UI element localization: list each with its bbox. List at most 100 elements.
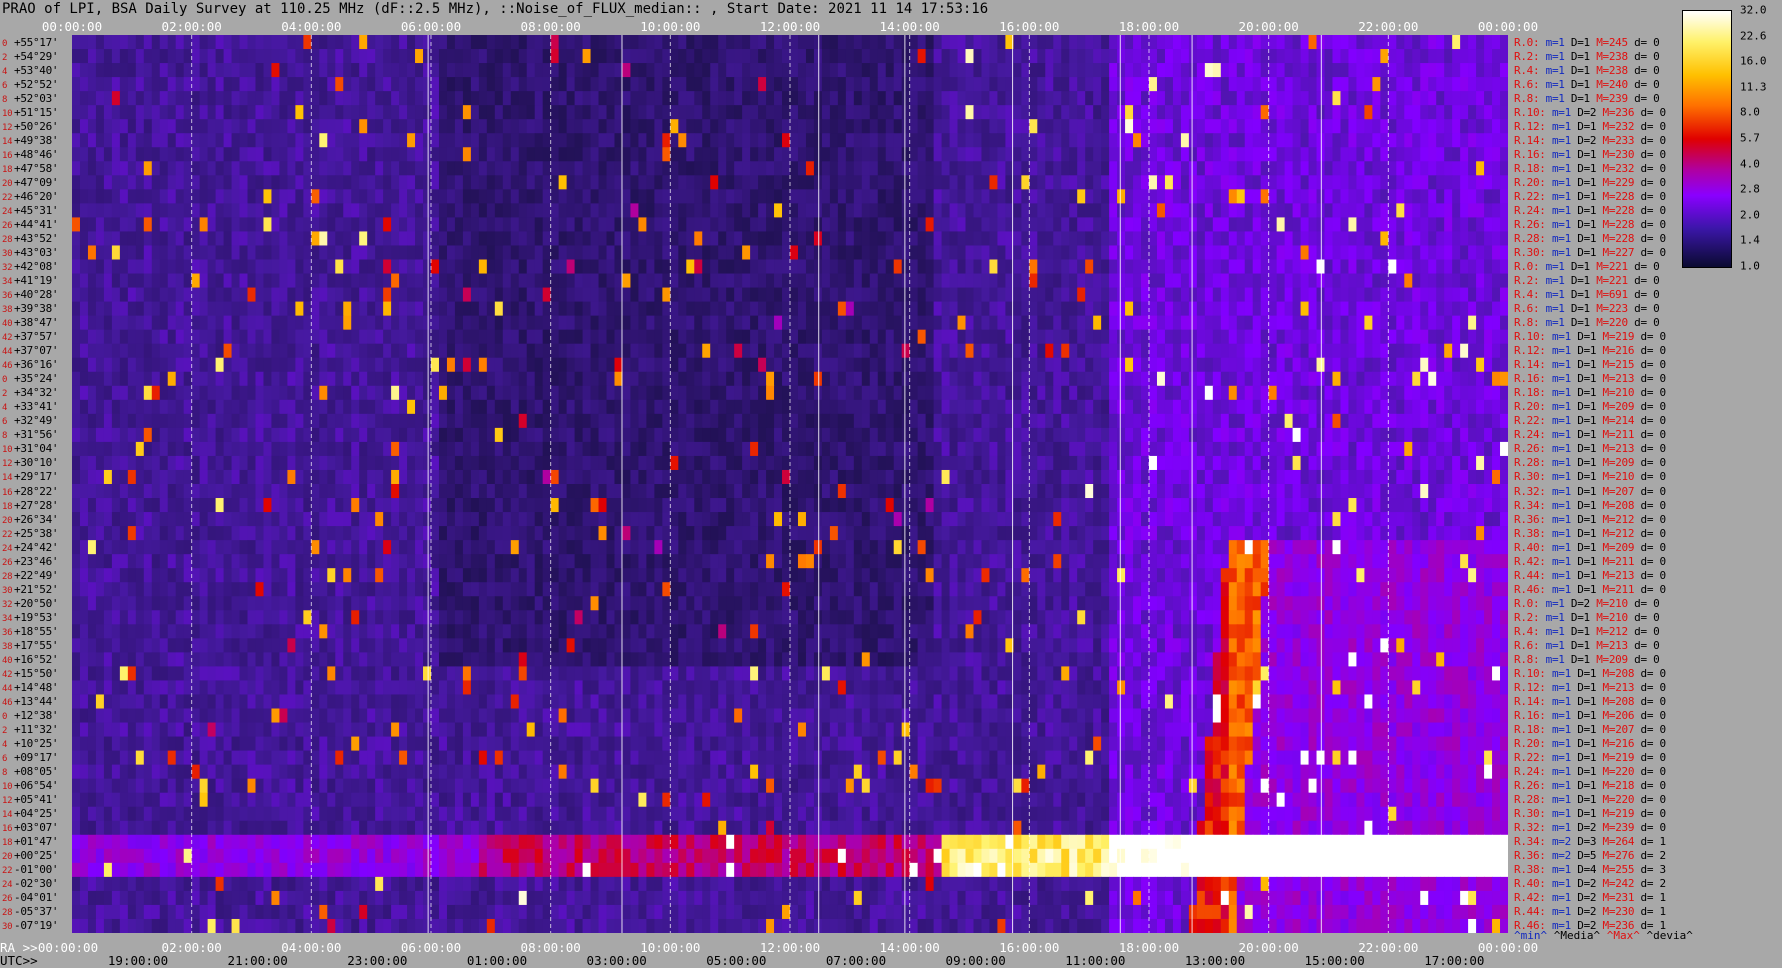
declination-value: +18°55': [14, 624, 59, 638]
row-number: 42: [2, 669, 13, 680]
declination-value: +41°19': [14, 274, 59, 288]
declination-value: +32°49': [14, 414, 59, 428]
row-number: 20: [2, 178, 13, 189]
row-stat: R.20: m=1 D=1 M=229 d= 0: [1514, 175, 1666, 189]
declination-label: 22 -01°00': [2, 864, 59, 877]
declination-label: 2 +34°32': [2, 387, 59, 400]
declination-label: 30 +21°52': [2, 584, 59, 597]
declination-label: 34 +41°19': [2, 274, 59, 288]
top-tick-label: 20:00:00: [1238, 19, 1299, 34]
row-number: 0: [2, 375, 8, 386]
utc-tick-label: 15:00:00: [1304, 953, 1365, 968]
utc-tick-label: 07:00:00: [825, 953, 887, 968]
declination-value: +15°50': [14, 666, 59, 680]
declination-label: 2 +54°29': [2, 51, 59, 64]
row-stat: R.4: m=1 D=1 M=691 d= 0: [1514, 288, 1660, 302]
row-stat: R.8: m=1 D=1 M=239 d= 0: [1514, 91, 1660, 105]
top-tick-label: 00:00:00: [41, 19, 103, 34]
row-number: 18: [2, 501, 13, 512]
utc-axis-prefix: UTC>>: [0, 953, 38, 968]
row-stat: R.34: m=2 D=3 M=264 d= 1: [1514, 835, 1666, 849]
row-number: 8: [2, 431, 8, 442]
row-number: 8: [2, 94, 8, 105]
declination-value: +28°22': [14, 484, 59, 498]
declination-value: +40°28': [14, 288, 59, 302]
row-number: 4: [2, 740, 8, 751]
utc-tick-label: 01:00:00: [466, 953, 528, 968]
row-stat: R.38: m=1 D=1 M=212 d= 0: [1514, 526, 1666, 540]
row-stat: R.26: m=1 D=1 M=218 d= 0: [1514, 779, 1666, 793]
declination-value: +45°31': [14, 203, 59, 217]
ra-tick-label: 00:00:00: [37, 940, 99, 955]
declination-label: 0 +35°24': [2, 372, 59, 386]
row-stat: R.16: m=1 D=1 M=230 d= 0: [1514, 147, 1666, 161]
row-number: 30: [2, 922, 13, 933]
row-stat: R.32: m=1 D=1 M=207 d= 0: [1514, 484, 1666, 498]
row-stat: R.30: m=1 D=1 M=227 d= 0: [1514, 245, 1666, 259]
heatmap-plot: [72, 35, 1508, 933]
row-stat: R.12: m=1 D=1 M=216 d= 0: [1514, 344, 1666, 358]
utc-tick-label: 13:00:00: [1184, 953, 1246, 968]
declination-label: 32 +20°50': [2, 598, 59, 611]
top-tick-label: 00:00:00: [1477, 19, 1539, 34]
declination-label: 32 +42°08': [2, 261, 59, 274]
row-number: 26: [2, 557, 13, 568]
row-stat: R.22: m=1 D=1 M=228 d= 0: [1514, 189, 1666, 203]
row-number: 44: [2, 347, 13, 358]
top-tick-label: 18:00:00: [1118, 19, 1180, 34]
colorbar-tick: 5.7: [1740, 131, 1760, 145]
row-stat: R.0: m=1 D=2 M=210 d= 0: [1514, 596, 1660, 610]
declination-value: +53°40': [14, 63, 59, 77]
declination-value: +36°16': [14, 358, 59, 372]
declination-value: +30°10': [14, 456, 59, 470]
row-number: 10: [2, 108, 13, 119]
declination-label: 30 +43°03': [2, 247, 59, 260]
row-stat: R.2: m=1 D=1 M=238 d= 0: [1514, 49, 1660, 63]
declination-label: 6 +32°49': [2, 414, 59, 428]
row-stat: R.30: m=1 D=1 M=219 d= 0: [1514, 807, 1666, 821]
declination-label: 18 +47°58': [2, 163, 59, 176]
row-number: 46: [2, 361, 13, 372]
row-stat: R.18: m=1 D=1 M=210 d= 0: [1514, 386, 1666, 400]
row-stat: R.32: m=1 D=2 M=239 d= 0: [1514, 821, 1666, 835]
declination-label: 44 +37°07': [2, 345, 59, 358]
row-stat: R.14: m=1 D=1 M=215 d= 0: [1514, 358, 1666, 372]
declination-value: +09°17': [14, 751, 59, 765]
row-number: 38: [2, 641, 13, 652]
stats-legend: ^min^ ^Media^ ^Max^ ^devia^: [1514, 929, 1693, 942]
row-stat: R.0: m=1 D=1 M=221 d= 0: [1514, 260, 1660, 274]
declination-value: +26°34': [14, 512, 59, 526]
utc-tick-label: 19:00:00: [107, 953, 169, 968]
colorbar-tick: 8.0: [1740, 105, 1760, 119]
top-tick-label: 08:00:00: [520, 19, 581, 34]
row-stat: R.8: m=1 D=1 M=209 d= 0: [1514, 652, 1660, 666]
utc-tick-label: 17:00:00: [1424, 953, 1485, 968]
row-number: 42: [2, 333, 13, 344]
declination-label: 8 +52°03': [2, 91, 59, 106]
top-tick-label: 06:00:00: [400, 19, 462, 34]
declination-label: 8 +31°56': [2, 429, 59, 442]
row-number: 38: [2, 305, 13, 316]
declination-value: +35°24': [14, 372, 59, 386]
ra-tick-label: 12:00:00: [759, 940, 821, 955]
row-stat: R.18: m=1 D=1 M=207 d= 0: [1514, 723, 1666, 737]
row-number: 40: [2, 655, 13, 666]
colorbar-tick: 1.0: [1740, 259, 1760, 273]
declination-value: +29°17': [14, 470, 59, 484]
row-number: 24: [2, 206, 13, 217]
row-stat: R.42: m=1 D=1 M=211 d= 0: [1514, 554, 1666, 568]
row-stat: R.6: m=1 D=1 M=223 d= 0: [1514, 302, 1660, 316]
row-number: 20: [2, 515, 13, 526]
declination-value: +52°03': [14, 91, 59, 105]
declination-label: 46 +36°16': [2, 358, 59, 372]
declination-label: 14 +04°25': [2, 808, 59, 821]
legend-median: ^Media^: [1553, 929, 1601, 942]
declination-label: 28 +22°49': [2, 570, 59, 583]
declination-value: +06°54': [14, 779, 59, 793]
row-number: 18: [2, 164, 13, 175]
declination-label: 4 +33°41': [2, 401, 59, 414]
row-stat: R.6: m=1 D=1 M=240 d= 0: [1514, 77, 1660, 91]
row-stat: R.36: m=1 D=1 M=212 d= 0: [1514, 512, 1666, 526]
row-number: 0: [2, 712, 8, 723]
declination-label: 46 +13°44': [2, 696, 59, 709]
